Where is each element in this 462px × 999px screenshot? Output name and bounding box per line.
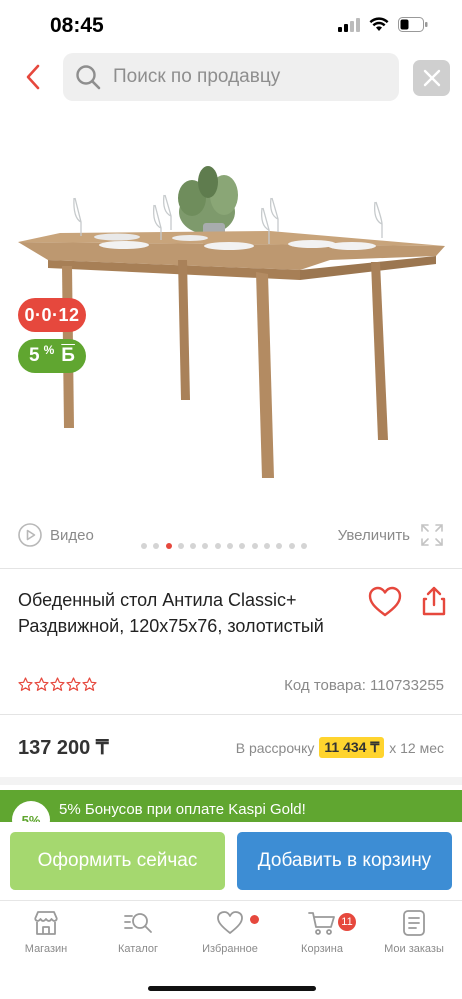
installment-badge: 0·0·12	[18, 298, 86, 332]
pagination-dot	[276, 543, 283, 549]
close-search-button[interactable]	[413, 60, 450, 96]
pagination-dot	[300, 543, 307, 549]
search-row	[0, 52, 462, 104]
video-label: Видео	[50, 526, 94, 544]
zoom-button[interactable]: Увеличить	[338, 523, 444, 547]
status-bar: 08:45	[0, 0, 462, 50]
expand-icon	[421, 524, 443, 546]
pagination-dot	[288, 543, 295, 549]
installment-term: x 12 мес	[389, 739, 444, 756]
action-bar: Оформить сейчас Добавить в корзину	[0, 822, 462, 900]
section-divider	[0, 777, 462, 785]
share-icon	[422, 586, 446, 616]
bonus-percent: 5	[29, 345, 40, 366]
pagination-dot	[202, 543, 209, 549]
tab-label: Корзина	[301, 943, 343, 955]
tab-label: Мои заказы	[384, 943, 444, 955]
star-icon	[50, 677, 65, 691]
bonus-percent-sign: %	[43, 343, 55, 357]
close-icon	[423, 69, 440, 87]
favorites-notification-dot	[250, 915, 259, 924]
pagination-dot	[214, 543, 221, 549]
checkout-now-button[interactable]: Оформить сейчас	[10, 832, 225, 890]
store-icon	[34, 911, 58, 935]
play-circle-icon	[18, 523, 42, 547]
monthly-payment: 11 434 ₸	[319, 737, 385, 758]
pagination-dot	[263, 543, 270, 549]
tab-label: Каталог	[118, 943, 158, 955]
chevron-left-icon	[26, 64, 40, 90]
pagination-dot	[239, 543, 246, 549]
pagination-dot	[165, 543, 172, 549]
tab-catalog[interactable]: Каталог	[92, 909, 184, 955]
search-icon	[76, 65, 101, 90]
installment-info[interactable]: В рассрочку 11 434 ₸ x 12 мес	[236, 737, 444, 758]
tab-label: Избранное	[202, 943, 258, 955]
tab-cart[interactable]: Корзина 11	[276, 909, 368, 955]
zoom-label: Увеличить	[337, 526, 410, 544]
pagination-dot	[190, 543, 197, 549]
pagination-dot	[177, 543, 184, 549]
status-time: 08:45	[50, 14, 104, 37]
orders-icon	[403, 910, 425, 936]
favorite-button[interactable]	[368, 586, 402, 618]
tab-favorites[interactable]: Избранное	[184, 909, 276, 955]
tab-label: Магазин	[24, 943, 68, 955]
pagination-dot	[227, 543, 234, 549]
pagination-dot	[141, 543, 147, 549]
divider	[0, 714, 462, 715]
status-icons	[338, 17, 428, 32]
video-button[interactable]: Видео	[18, 523, 94, 547]
add-to-cart-button[interactable]: Добавить в корзину	[237, 832, 452, 890]
star-icon	[18, 677, 33, 691]
star-icon	[82, 677, 97, 691]
pagination-dot	[251, 543, 258, 549]
divider	[0, 568, 462, 569]
pagination-dot	[153, 543, 160, 549]
heart-icon	[217, 911, 243, 934]
promo-text: 5% Бонусов при оплате Kaspi Gold!	[59, 801, 306, 818]
wifi-icon	[369, 17, 389, 31]
bonus-badge: 5% Б	[18, 339, 86, 373]
installment-prefix: В рассрочку	[235, 739, 315, 756]
product-gallery[interactable]: 0·0·12 5% Б	[0, 110, 462, 520]
rating-stars[interactable]	[18, 677, 97, 692]
star-icon	[66, 677, 81, 691]
heart-icon	[368, 586, 402, 617]
tab-store[interactable]: Магазин	[0, 909, 92, 955]
battery-icon	[398, 17, 428, 32]
home-indicator	[148, 986, 316, 991]
catalog-search-icon	[124, 913, 152, 933]
search-box[interactable]	[63, 53, 399, 101]
bonus-currency: Б	[61, 345, 75, 366]
product-price: 137 200 ₸	[18, 737, 109, 759]
star-icon	[34, 677, 49, 691]
signal-icon	[338, 17, 360, 32]
back-button[interactable]	[18, 62, 48, 92]
share-button[interactable]	[421, 585, 447, 617]
gallery-pagination	[141, 543, 307, 549]
cart-count-badge: 11	[338, 913, 356, 931]
product-sku: Код товара: 110733255	[284, 677, 444, 694]
cart-icon	[308, 912, 335, 935]
product-title: Обеденный стол Антила Classic+ Раздвижно…	[18, 590, 324, 636]
search-input[interactable]	[113, 66, 383, 88]
tab-orders[interactable]: Мои заказы	[368, 909, 460, 955]
bottom-tab-bar: Магазин Каталог Избранное Корзина 11 Мои…	[0, 900, 462, 999]
